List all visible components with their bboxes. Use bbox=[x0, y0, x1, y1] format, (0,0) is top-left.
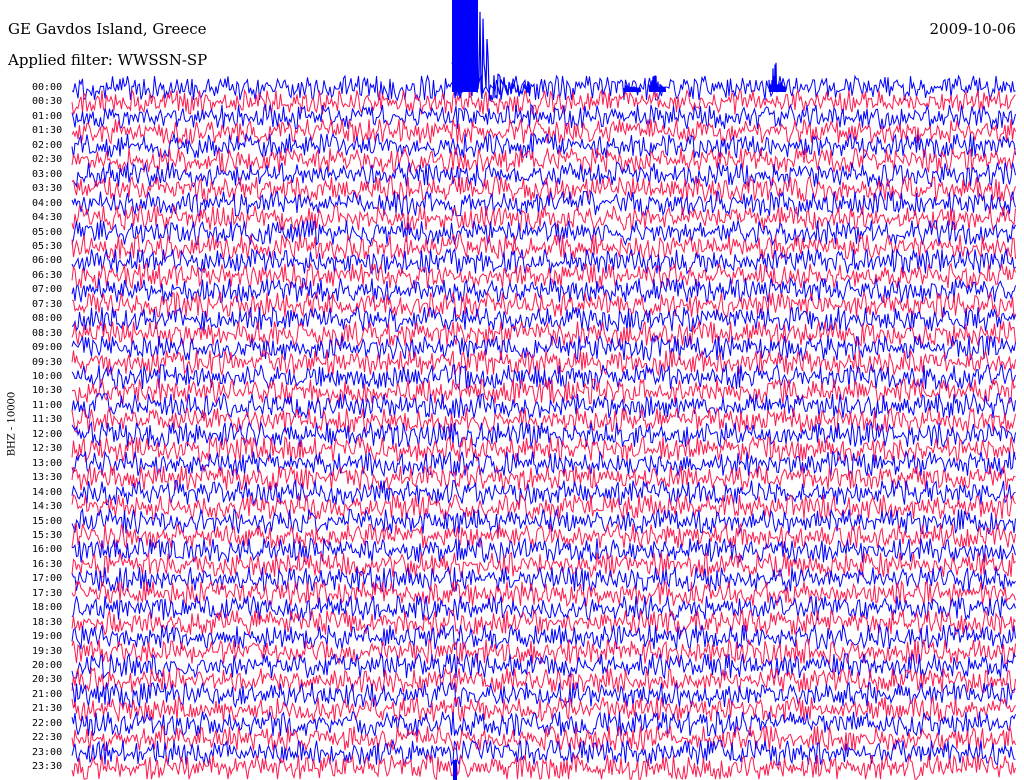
time-label: 18:30 bbox=[32, 616, 63, 628]
time-label: 07:00 bbox=[32, 284, 63, 296]
event-peak bbox=[452, 0, 478, 92]
event-spike bbox=[768, 62, 787, 93]
time-label: 05:30 bbox=[32, 240, 63, 252]
time-label: 03:00 bbox=[32, 168, 63, 180]
time-label: 12:00 bbox=[32, 428, 63, 440]
time-label: 19:30 bbox=[32, 645, 63, 657]
trace-row bbox=[71, 305, 1016, 333]
time-label: 09:30 bbox=[32, 356, 63, 368]
time-label: 08:30 bbox=[32, 327, 63, 339]
time-label: 03:30 bbox=[32, 183, 63, 195]
time-label: 11:00 bbox=[32, 399, 63, 411]
trace-row bbox=[71, 146, 1016, 175]
time-label: 16:00 bbox=[32, 544, 63, 556]
time-label: 09:00 bbox=[32, 342, 63, 354]
trace-row bbox=[71, 74, 1016, 102]
time-label: 10:00 bbox=[32, 371, 63, 382]
trace-row bbox=[71, 377, 1016, 405]
time-label: 07:30 bbox=[32, 298, 63, 310]
trace-row bbox=[71, 204, 1016, 232]
time-label: 21:00 bbox=[32, 688, 63, 700]
seismogram-plot bbox=[71, 0, 1016, 780]
time-label: 14:00 bbox=[32, 486, 63, 498]
time-label: 18:00 bbox=[32, 602, 63, 614]
station-title: GE Gavdos Island, Greece bbox=[8, 20, 207, 38]
time-label: 00:30 bbox=[32, 96, 63, 108]
trace-row bbox=[71, 754, 1016, 780]
trace-row bbox=[71, 464, 1016, 492]
time-label: 22:30 bbox=[32, 732, 63, 744]
date-label: 2009-10-06 bbox=[929, 20, 1016, 38]
time-label: 02:30 bbox=[32, 154, 63, 166]
time-label: 04:00 bbox=[32, 197, 63, 209]
y-axis-label: BHZ - 10000 bbox=[6, 391, 18, 457]
time-label: 13:00 bbox=[32, 457, 63, 469]
time-label: 14:30 bbox=[32, 501, 63, 513]
time-label: 22:00 bbox=[32, 717, 63, 729]
time-label: 02:00 bbox=[32, 139, 63, 151]
time-label: 06:00 bbox=[32, 255, 63, 267]
trace-row bbox=[71, 88, 1016, 116]
time-label: 01:00 bbox=[32, 110, 63, 122]
time-label: 15:30 bbox=[32, 529, 63, 541]
filter-label: Applied filter: WWSSN-SP bbox=[8, 51, 208, 69]
trace-row bbox=[71, 406, 1016, 434]
event-spike bbox=[648, 75, 667, 93]
time-label: 16:30 bbox=[32, 558, 63, 570]
time-label: 00:00 bbox=[32, 82, 63, 93]
time-label: 13:30 bbox=[32, 472, 63, 484]
time-label: 12:30 bbox=[32, 443, 63, 455]
time-label: 23:30 bbox=[32, 761, 63, 773]
time-label: 15:00 bbox=[32, 515, 63, 527]
time-label: 19:00 bbox=[32, 631, 63, 643]
event-tail bbox=[453, 760, 457, 780]
time-label: 20:00 bbox=[32, 660, 63, 671]
trace-row bbox=[71, 103, 1016, 130]
time-label: 06:30 bbox=[32, 269, 63, 281]
trace-row bbox=[71, 681, 1016, 709]
time-label: 04:30 bbox=[32, 212, 63, 224]
time-label: 23:00 bbox=[32, 746, 63, 758]
time-label: 05:00 bbox=[32, 226, 63, 238]
time-label: 20:30 bbox=[32, 674, 63, 686]
time-label: 11:30 bbox=[32, 414, 63, 426]
time-label: 01:30 bbox=[32, 125, 63, 137]
trace-row bbox=[71, 594, 1016, 622]
time-label: 08:00 bbox=[32, 313, 63, 325]
trace-row bbox=[71, 536, 1016, 564]
time-label: 17:30 bbox=[32, 587, 63, 599]
trace-row bbox=[71, 507, 1016, 536]
time-label: 10:30 bbox=[32, 385, 63, 397]
time-label: 21:30 bbox=[32, 703, 63, 715]
time-label: 17:00 bbox=[32, 573, 63, 585]
